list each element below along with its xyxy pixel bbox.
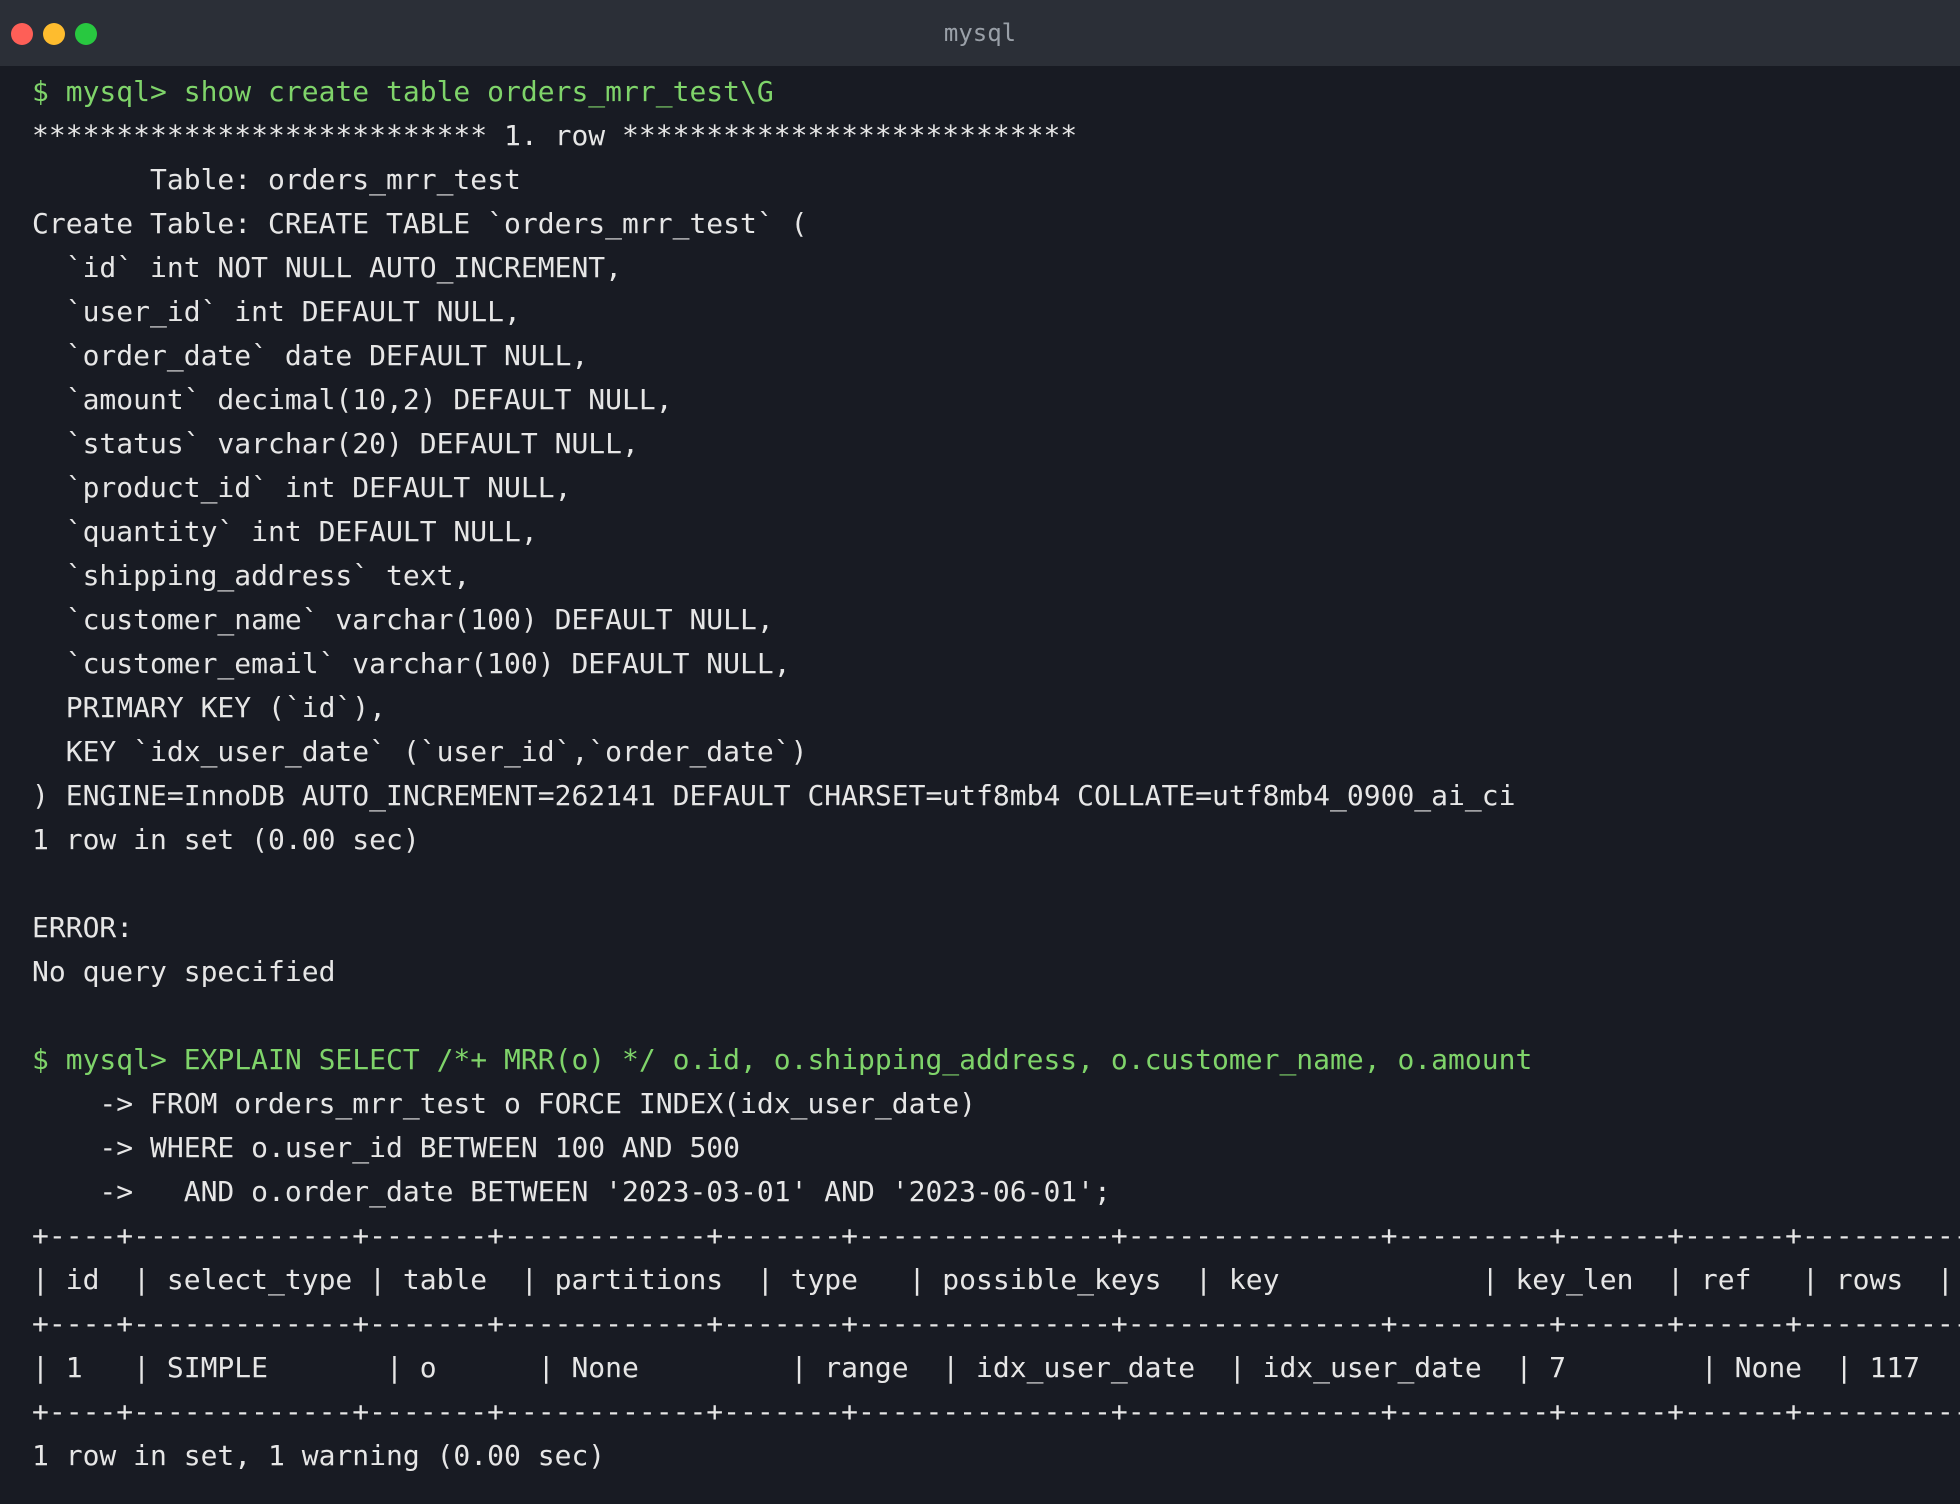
terminal-command-line: $ mysql> show create table orders_mrr_te… bbox=[32, 75, 774, 108]
terminal-output-line: `id` int NOT NULL AUTO_INCREMENT, bbox=[32, 251, 623, 284]
terminal-output-line: `amount` decimal(10,2) DEFAULT NULL, bbox=[32, 383, 673, 416]
terminal-output-line: PRIMARY KEY (`id`), bbox=[32, 691, 387, 724]
terminal-output[interactable]: $ mysql> show create table orders_mrr_te… bbox=[32, 70, 1960, 1504]
terminal-output-line: `customer_name` varchar(100) DEFAULT NUL… bbox=[32, 603, 774, 636]
terminal-output-line: Table: orders_mrr_test bbox=[32, 163, 521, 196]
terminal-output-line: *************************** 1. row *****… bbox=[32, 119, 1078, 152]
terminal-output-line: ) ENGINE=InnoDB AUTO_INCREMENT=262141 DE… bbox=[32, 779, 1516, 812]
terminal-output-line: -> AND o.order_date BETWEEN '2023-03-01'… bbox=[32, 1175, 1111, 1208]
terminal-output-line: KEY `idx_user_date` (`user_id`,`order_da… bbox=[32, 735, 808, 768]
terminal-output-line: `product_id` int DEFAULT NULL, bbox=[32, 471, 572, 504]
terminal-output-line: 1 row in set, 1 warning (0.00 sec) bbox=[32, 1439, 606, 1472]
terminal-output-line: -> WHERE o.user_id BETWEEN 100 AND 500 bbox=[32, 1131, 741, 1164]
terminal-output-line: | id | select_type | table | partitions … bbox=[32, 1263, 1960, 1296]
terminal-output-line: +----+-------------+-------+------------… bbox=[32, 1219, 1960, 1252]
terminal-output-line: `order_date` date DEFAULT NULL, bbox=[32, 339, 589, 372]
terminal-output-line: -> FROM orders_mrr_test o FORCE INDEX(id… bbox=[32, 1087, 977, 1120]
terminal-output-line: `quantity` int DEFAULT NULL, bbox=[32, 515, 538, 548]
terminal-output-line: `status` varchar(20) DEFAULT NULL, bbox=[32, 427, 639, 460]
title-bar: mysql bbox=[0, 0, 1960, 66]
terminal-output-line: +----+-------------+-------+------------… bbox=[32, 1307, 1960, 1340]
terminal-output-line: 1 row in set (0.00 sec) bbox=[32, 823, 420, 856]
terminal-window: mysql $ mysql> show create table orders_… bbox=[0, 0, 1960, 1504]
terminal-command-line: $ mysql> EXPLAIN SELECT /*+ MRR(o) */ o.… bbox=[32, 1043, 1533, 1076]
terminal-output-line: `user_id` int DEFAULT NULL, bbox=[32, 295, 521, 328]
terminal-output-line: `shipping_address` text, bbox=[32, 559, 471, 592]
terminal-output-line: Create Table: CREATE TABLE `orders_mrr_t… bbox=[32, 207, 808, 240]
terminal-output-line: ERROR: bbox=[32, 911, 134, 944]
window-title: mysql bbox=[943, 19, 1017, 47]
terminal-output-line: +----+-------------+-------+------------… bbox=[32, 1395, 1960, 1428]
terminal-output-line: No query specified bbox=[32, 955, 336, 988]
terminal-output-line: `customer_email` varchar(100) DEFAULT NU… bbox=[32, 647, 791, 680]
terminal-output-line: | 1 | SIMPLE | o | None | range | idx_us… bbox=[32, 1351, 1960, 1384]
